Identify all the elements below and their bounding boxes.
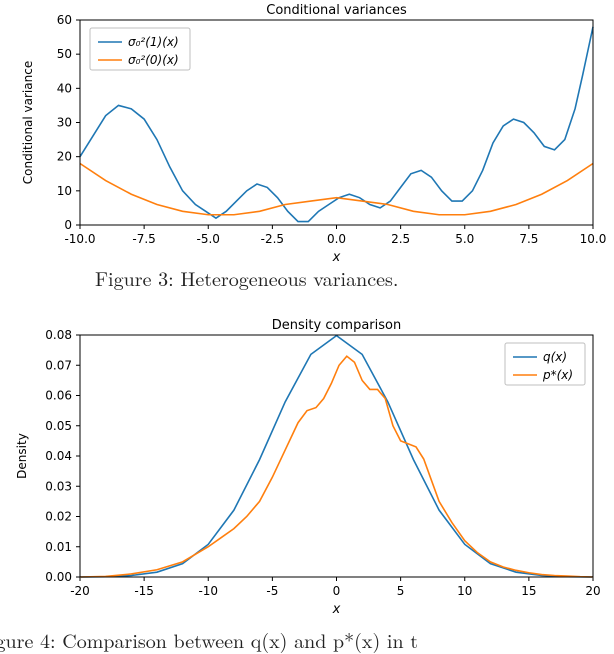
svg-text:60: 60 <box>57 13 72 27</box>
svg-text:-10.0: -10.0 <box>64 232 95 246</box>
figure-3-legend: σ₀²(1)(x) σ₀²(0)(x) <box>90 28 190 70</box>
svg-text:10: 10 <box>57 184 72 198</box>
figure-3-chart: -10.0 -7.5 -5.0 -2.5 0.0 2.5 5.0 7.5 10.0 0 10 20 30… <box>0 0 614 270</box>
svg-text:-5.0: -5.0 <box>197 232 220 246</box>
svg-text:0.01: 0.01 <box>45 540 72 554</box>
svg-text:5.0: 5.0 <box>455 232 474 246</box>
svg-text:0.0: 0.0 <box>327 232 346 246</box>
svg-text:0.06: 0.06 <box>45 389 72 403</box>
figure-3-caption: Figure 3: Heterogeneous variances. <box>95 263 398 292</box>
figure-4-chart: -20 -15 -10 -5 0 5 10 15 20 0.00 0.01 0.02 0.03 0.04 0… <box>0 315 614 625</box>
figure-4-title: Density comparison <box>272 318 401 333</box>
figure-3-ylabel: Conditional variance <box>21 61 35 184</box>
svg-text:0.05: 0.05 <box>45 419 72 433</box>
svg-text:0.08: 0.08 <box>45 328 72 342</box>
figure-4-xlabel: x <box>332 602 341 617</box>
svg-text:10: 10 <box>457 584 472 598</box>
svg-text:15: 15 <box>521 584 536 598</box>
svg-text:σ₀²(0)(x): σ₀²(0)(x) <box>128 53 179 67</box>
svg-text:5: 5 <box>397 584 405 598</box>
svg-text:-5: -5 <box>266 584 278 598</box>
svg-text:40: 40 <box>57 81 72 95</box>
svg-text:0.04: 0.04 <box>45 449 72 463</box>
figure-3-title: Conditional variances <box>266 3 407 18</box>
figure-4-legend: q(x) p*(x) <box>505 343 585 385</box>
svg-text:0.03: 0.03 <box>45 479 72 493</box>
svg-text:0: 0 <box>333 584 341 598</box>
svg-text:-7.5: -7.5 <box>132 232 155 246</box>
svg-text:-10: -10 <box>198 584 218 598</box>
svg-text:0.07: 0.07 <box>45 358 72 372</box>
svg-text:0.00: 0.00 <box>45 570 72 584</box>
figure-4-caption-partial: igure 4: Comparison between q(x) and p*(… <box>0 625 418 654</box>
figure-4-ylabel: Density <box>15 433 29 479</box>
svg-text:σ₀²(1)(x): σ₀²(1)(x) <box>128 35 179 49</box>
svg-text:0.02: 0.02 <box>45 510 72 524</box>
svg-text:50: 50 <box>57 47 72 61</box>
svg-text:-15: -15 <box>134 584 154 598</box>
svg-text:0: 0 <box>64 218 72 232</box>
svg-text:10.0: 10.0 <box>580 232 607 246</box>
svg-text:30: 30 <box>57 116 72 130</box>
svg-text:p*(x): p*(x) <box>542 368 573 382</box>
svg-text:q(x): q(x) <box>543 350 567 364</box>
svg-text:2.5: 2.5 <box>391 232 410 246</box>
svg-text:-2.5: -2.5 <box>261 232 284 246</box>
svg-text:20: 20 <box>585 584 600 598</box>
svg-text:-20: -20 <box>70 584 90 598</box>
svg-text:7.5: 7.5 <box>519 232 538 246</box>
svg-text:20: 20 <box>57 150 72 164</box>
